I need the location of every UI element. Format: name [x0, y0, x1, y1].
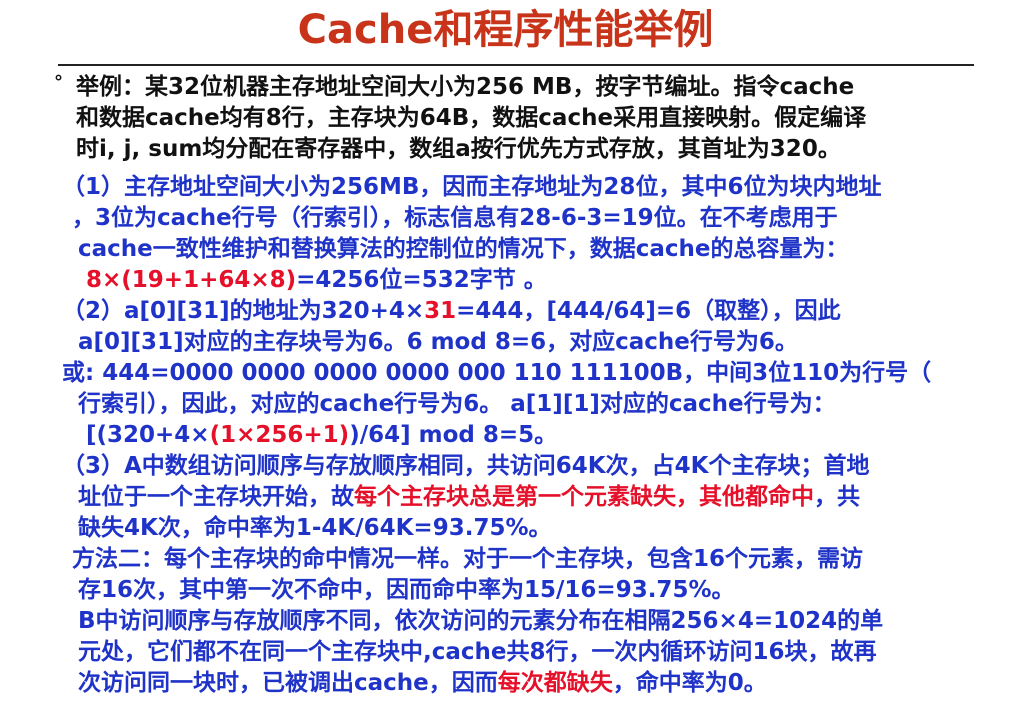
text-run: [(320+4× — [86, 422, 210, 448]
text-line-8: （2）a[0][31]的地址为320+4×31=444，[444/64]=6（取… — [62, 296, 841, 326]
text-run: 缺失4K次，命中率为1-4K/64K=93.75%。 — [78, 515, 552, 541]
text-run: 存16次，其中第一次不命中，因而命中率为15/16=93.75%。 — [78, 577, 735, 603]
text-run: （2）a[0][31]的地址为320+4× — [62, 298, 425, 324]
text-run: ，共 — [814, 484, 860, 510]
text-line-1: 举例：某32位机器主存地址空间大小为256 MB，按字节编址。指令cache — [76, 72, 854, 102]
text-run: ，3位为cache行号（行索引），标志信息有28-6-3=19位。在不考虑用于 — [72, 205, 838, 231]
text-line-9: a[0][31]对应的主存块号为6。6 mod 8=6，对应cache行号为6。 — [78, 327, 798, 357]
text-run: 方法二：每个主存块的命中情况一样。对于一个主存块，包含16个元素，需访 — [72, 546, 864, 572]
text-line-6: cache一致性维护和替换算法的控制位的情况下，数据cache的总容量为： — [78, 234, 849, 264]
text-run: )/64] mod 8=5。 — [349, 422, 558, 448]
text-run: （1）主存地址空间大小为256MB，因而主存地址为28位，其中6位为块内地址 — [62, 174, 882, 200]
text-run: 每次都缺失 — [497, 670, 613, 696]
text-run: 每个主存块总是第一个元素缺失，其他都命中 — [354, 484, 814, 510]
text-run: （3）A中数组访问顺序与存放顺序相同，共访问64K次，占4K个主存块；首地 — [62, 453, 870, 479]
text-line-13: （3）A中数组访问顺序与存放顺序相同，共访问64K次，占4K个主存块；首地 — [62, 451, 869, 481]
text-run: 址位于一个主存块开始，故 — [78, 484, 354, 510]
text-line-15: 缺失4K次，命中率为1-4K/64K=93.75%。 — [78, 513, 552, 543]
text-run: 8×(19+1+64×8) — [86, 267, 297, 293]
text-run: ，命中率为0。 — [612, 670, 767, 696]
text-line-5: ，3位为cache行号（行索引），标志信息有28-6-3=19位。在不考虑用于 — [72, 203, 838, 233]
text-line-18: B中访问顺序与存放顺序不同，依次访问的元素分布在相隔256×4=1024的单 — [78, 606, 883, 636]
text-run: 时i, j, sum均分配在寄存器中，数组a按行优先方式存放，其首址为320。 — [76, 136, 841, 162]
text-run: 31 — [424, 298, 457, 324]
text-run: 元处，它们都不在同一个主存块中,cache共8行，一次内循环访问16块，故再 — [78, 639, 877, 665]
text-line-20: 次访问同一块时，已被调出cache，因而每次都缺失，命中率为0。 — [78, 668, 767, 698]
slide-title: Cache和程序性能举例 — [297, 7, 714, 53]
text-run: 行索引），因此，对应的cache行号为6。 a[1][1]对应的cache行号为… — [78, 391, 836, 417]
text-line-10: 或: 444=0000 0000 0000 0000 000 110 11110… — [62, 358, 931, 388]
text-run: cache一致性维护和替换算法的控制位的情况下，数据cache的总容量为： — [78, 236, 849, 262]
text-line-17: 存16次，其中第一次不命中，因而命中率为15/16=93.75%。 — [78, 575, 735, 605]
text-run: B中访问顺序与存放顺序不同，依次访问的元素分布在相隔256×4=1024的单 — [78, 608, 884, 634]
text-line-14: 址位于一个主存块开始，故每个主存块总是第一个元素缺失，其他都命中，共 — [78, 482, 860, 512]
text-line-19: 元处，它们都不在同一个主存块中,cache共8行，一次内循环访问16块，故再 — [78, 637, 877, 667]
text-run: 举例：某32位机器主存地址空间大小为256 MB，按字节编址。指令cache — [76, 74, 855, 100]
text-run: 和数据cache均有8行，主存块为64B，数据cache采用直接映射。假定编译 — [76, 105, 867, 131]
text-line-2: 和数据cache均有8行，主存块为64B，数据cache采用直接映射。假定编译 — [76, 103, 866, 133]
text-line-3: 时i, j, sum均分配在寄存器中，数组a按行优先方式存放，其首址为320。 — [76, 134, 841, 164]
text-line-7: 8×(19+1+64×8)=4256位=532字节 。 — [86, 265, 547, 295]
text-run: =4256位=532字节 。 — [296, 267, 547, 293]
text-line-4: （1）主存地址空间大小为256MB，因而主存地址为28位，其中6位为块内地址 — [62, 172, 881, 202]
text-run: (1×256+1) — [209, 422, 350, 448]
text-line-11: 行索引），因此，对应的cache行号为6。 a[1][1]对应的cache行号为… — [78, 389, 836, 419]
text-run: 次访问同一块时，已被调出cache，因而 — [78, 670, 498, 696]
bullet-marker: ° — [54, 72, 63, 93]
title-divider — [58, 64, 974, 66]
text-line-12: [(320+4×(1×256+1))/64] mod 8=5。 — [86, 420, 557, 450]
text-run: a[0][31]对应的主存块号为6。6 mod 8=6，对应cache行号为6。 — [78, 329, 798, 355]
text-run: 或: 444=0000 0000 0000 0000 000 110 11110… — [62, 360, 932, 386]
text-run: =444，[444/64]=6（取整），因此 — [456, 298, 841, 324]
text-line-16: 方法二：每个主存块的命中情况一样。对于一个主存块，包含16个元素，需访 — [72, 544, 863, 574]
